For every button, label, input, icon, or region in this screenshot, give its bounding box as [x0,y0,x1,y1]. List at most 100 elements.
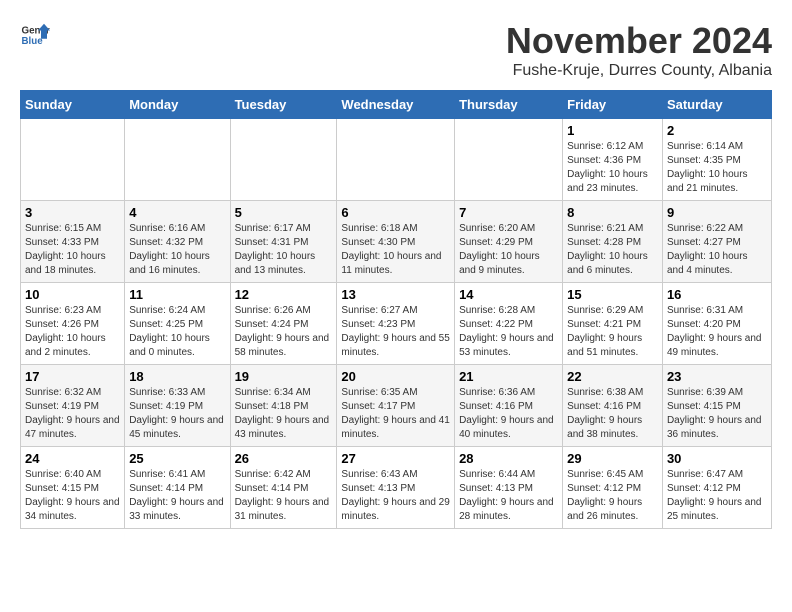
day-number: 3 [25,205,120,220]
week-row-5: 24Sunrise: 6:40 AM Sunset: 4:15 PM Dayli… [21,447,772,529]
calendar-cell: 23Sunrise: 6:39 AM Sunset: 4:15 PM Dayli… [662,365,771,447]
logo: General Blue [20,20,50,50]
day-info: Sunrise: 6:24 AM Sunset: 4:25 PM Dayligh… [129,304,225,360]
day-info: Sunrise: 6:12 AM Sunset: 4:36 PM Dayligh… [567,140,658,196]
calendar-cell: 8 Sunrise: 6:21 AM Sunset: 4:28 PM Daylig… [563,201,663,283]
day-info: Sunrise: 6:15 AM Sunset: 4:33 PM Dayligh… [25,222,120,278]
day-number: 24 [25,451,120,466]
day-number: 30 [667,451,767,466]
calendar-cell: 21 Sunrise: 6:36 AM Sunset: 4:16 PM Dayli… [455,365,563,447]
subtitle: Fushe-Kruje, Durres County, Albania [506,62,772,80]
day-number: 4 [129,205,225,220]
header-day-sunday: Sunday [21,91,125,119]
calendar-cell: 29 Sunrise: 6:45 AM Sunset: 4:12 PM Dayli… [563,447,663,529]
week-row-1: 1 Sunrise: 6:12 AM Sunset: 4:36 PM Daylig… [21,119,772,201]
calendar-cell: 6 Sunrise: 6:18 AM Sunset: 4:30 PM Daylig… [337,201,455,283]
day-info: Sunrise: 6:26 AM Sunset: 4:24 PM Dayligh… [235,304,333,360]
day-number: 12 [235,287,333,302]
day-info: Sunrise: 6:44 AM Sunset: 4:13 PM Dayligh… [459,468,558,524]
day-info: Sunrise: 6:43 AM Sunset: 4:13 PM Dayligh… [341,468,450,524]
day-info: Sunrise: 6:39 AM Sunset: 4:15 PM Dayligh… [667,386,767,442]
day-info: Sunrise: 6:32 AM Sunset: 4:19 PM Dayligh… [25,386,120,442]
day-info: Sunrise: 6:41 AM Sunset: 4:14 PM Dayligh… [129,468,225,524]
day-number: 16 [667,287,767,302]
svg-text:Blue: Blue [22,36,44,47]
day-info: Sunrise: 6:35 AM Sunset: 4:17 PM Dayligh… [341,386,450,442]
day-info: Sunrise: 6:31 AM Sunset: 4:20 PM Dayligh… [667,304,767,360]
day-number: 6 [341,205,450,220]
calendar-cell: 10 Sunrise: 6:23 AM Sunset: 4:26 PM Dayli… [21,283,125,365]
header-row: SundayMondayTuesdayWednesdayThursdayFrid… [21,91,772,119]
day-info: Sunrise: 6:20 AM Sunset: 4:29 PM Dayligh… [459,222,558,278]
day-number: 11 [129,287,225,302]
day-number: 26 [235,451,333,466]
day-number: 10 [25,287,120,302]
calendar-cell [21,119,125,201]
day-number: 29 [567,451,658,466]
day-info: Sunrise: 6:23 AM Sunset: 4:26 PM Dayligh… [25,304,120,360]
calendar-cell: 25 Sunrise: 6:41 AM Sunset: 4:14 PM Dayli… [125,447,230,529]
day-info: Sunrise: 6:14 AM Sunset: 4:35 PM Dayligh… [667,140,767,196]
day-number: 2 [667,123,767,138]
calendar-cell: 13Sunrise: 6:27 AM Sunset: 4:23 PM Dayli… [337,283,455,365]
header-day-wednesday: Wednesday [337,91,455,119]
header-day-monday: Monday [125,91,230,119]
day-info: Sunrise: 6:21 AM Sunset: 4:28 PM Dayligh… [567,222,658,278]
day-number: 17 [25,369,120,384]
calendar-cell: 11 Sunrise: 6:24 AM Sunset: 4:25 PM Dayli… [125,283,230,365]
calendar-cell: 17 Sunrise: 6:32 AM Sunset: 4:19 PM Dayli… [21,365,125,447]
day-number: 25 [129,451,225,466]
day-info: Sunrise: 6:38 AM Sunset: 4:16 PM Dayligh… [567,386,658,442]
day-info: Sunrise: 6:34 AM Sunset: 4:18 PM Dayligh… [235,386,333,442]
day-number: 9 [667,205,767,220]
calendar-cell: 18 Sunrise: 6:33 AM Sunset: 4:19 PM Dayli… [125,365,230,447]
calendar-cell: 5Sunrise: 6:17 AM Sunset: 4:31 PM Daylig… [230,201,337,283]
day-number: 18 [129,369,225,384]
calendar-cell: 24Sunrise: 6:40 AM Sunset: 4:15 PM Dayli… [21,447,125,529]
calendar-cell [125,119,230,201]
main-title: November 2024 [506,20,772,62]
calendar-cell: 7Sunrise: 6:20 AM Sunset: 4:29 PM Daylig… [455,201,563,283]
calendar-cell: 9 Sunrise: 6:22 AM Sunset: 4:27 PM Daylig… [662,201,771,283]
calendar-body: 1 Sunrise: 6:12 AM Sunset: 4:36 PM Daylig… [21,119,772,529]
header: General Blue November 2024 Fushe-Kruje, … [20,20,772,80]
day-number: 14 [459,287,558,302]
calendar-cell: 22Sunrise: 6:38 AM Sunset: 4:16 PM Dayli… [563,365,663,447]
calendar-cell: 12 Sunrise: 6:26 AM Sunset: 4:24 PM Dayli… [230,283,337,365]
calendar-cell: 16 Sunrise: 6:31 AM Sunset: 4:20 PM Dayli… [662,283,771,365]
calendar-cell: 14 Sunrise: 6:28 AM Sunset: 4:22 PM Dayli… [455,283,563,365]
calendar-table: SundayMondayTuesdayWednesdayThursdayFrid… [20,90,772,529]
day-info: Sunrise: 6:22 AM Sunset: 4:27 PM Dayligh… [667,222,767,278]
header-day-saturday: Saturday [662,91,771,119]
day-info: Sunrise: 6:47 AM Sunset: 4:12 PM Dayligh… [667,468,767,524]
day-number: 28 [459,451,558,466]
week-row-4: 17 Sunrise: 6:32 AM Sunset: 4:19 PM Dayli… [21,365,772,447]
header-day-thursday: Thursday [455,91,563,119]
calendar-cell: 20 Sunrise: 6:35 AM Sunset: 4:17 PM Dayli… [337,365,455,447]
calendar-cell: 28 Sunrise: 6:44 AM Sunset: 4:13 PM Dayli… [455,447,563,529]
day-info: Sunrise: 6:28 AM Sunset: 4:22 PM Dayligh… [459,304,558,360]
calendar-cell: 26 Sunrise: 6:42 AM Sunset: 4:14 PM Dayli… [230,447,337,529]
calendar-cell: 2 Sunrise: 6:14 AM Sunset: 4:35 PM Daylig… [662,119,771,201]
day-info: Sunrise: 6:42 AM Sunset: 4:14 PM Dayligh… [235,468,333,524]
calendar-cell [455,119,563,201]
title-area: November 2024 Fushe-Kruje, Durres County… [506,20,772,80]
day-info: Sunrise: 6:18 AM Sunset: 4:30 PM Dayligh… [341,222,450,278]
day-number: 19 [235,369,333,384]
day-number: 21 [459,369,558,384]
day-number: 20 [341,369,450,384]
header-day-tuesday: Tuesday [230,91,337,119]
day-info: Sunrise: 6:16 AM Sunset: 4:32 PM Dayligh… [129,222,225,278]
calendar-header: SundayMondayTuesdayWednesdayThursdayFrid… [21,91,772,119]
day-info: Sunrise: 6:29 AM Sunset: 4:21 PM Dayligh… [567,304,658,360]
day-info: Sunrise: 6:33 AM Sunset: 4:19 PM Dayligh… [129,386,225,442]
day-number: 8 [567,205,658,220]
calendar-cell [230,119,337,201]
day-number: 13 [341,287,450,302]
day-info: Sunrise: 6:45 AM Sunset: 4:12 PM Dayligh… [567,468,658,524]
day-info: Sunrise: 6:36 AM Sunset: 4:16 PM Dayligh… [459,386,558,442]
calendar-cell [337,119,455,201]
week-row-3: 10 Sunrise: 6:23 AM Sunset: 4:26 PM Dayli… [21,283,772,365]
day-number: 5 [235,205,333,220]
day-number: 1 [567,123,658,138]
